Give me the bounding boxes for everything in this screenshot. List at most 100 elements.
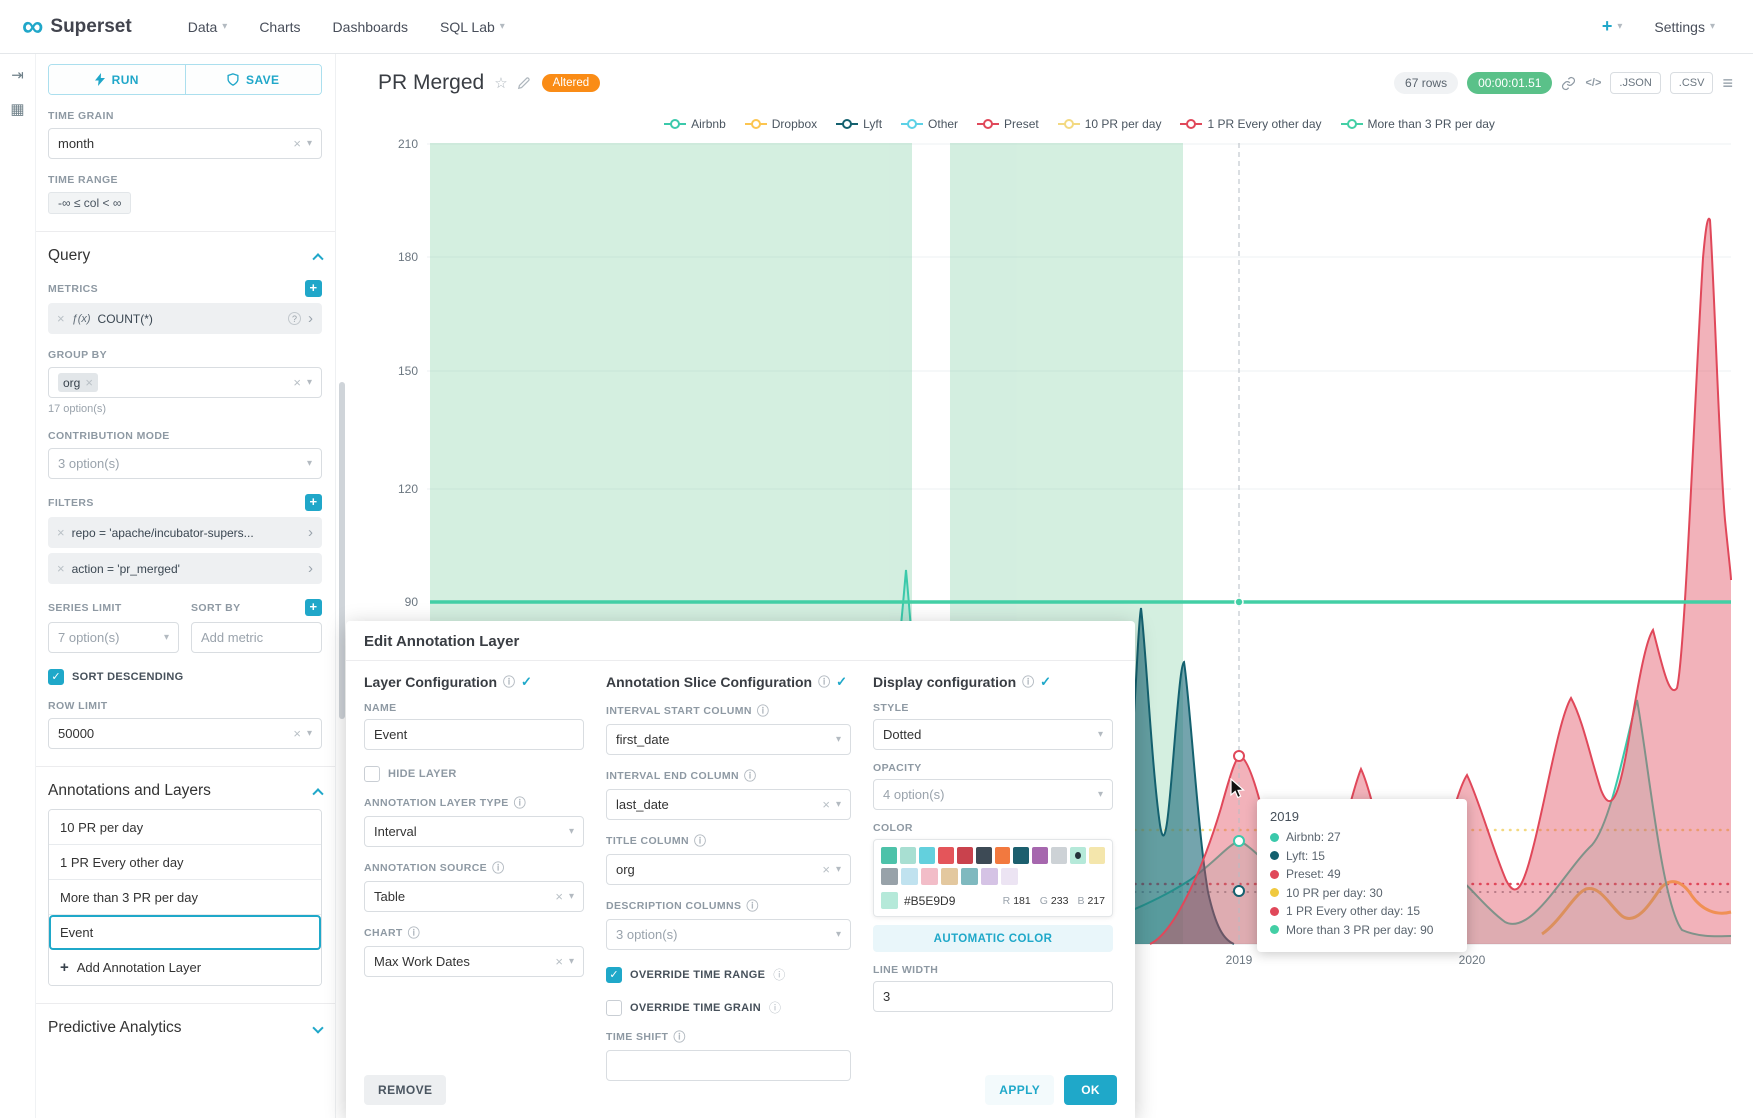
share-link-icon[interactable]	[1561, 76, 1576, 91]
annotations-section-header[interactable]: Annotations and Layers	[48, 782, 322, 800]
hide-layer-checkbox[interactable]	[364, 766, 380, 782]
color-swatch[interactable]	[938, 847, 954, 864]
collapse-panel-icon[interactable]: ⇥	[11, 66, 24, 84]
override-time-range-checkbox[interactable]: ✓	[606, 967, 622, 983]
close-icon[interactable]: ×	[57, 525, 65, 540]
color-swatch[interactable]	[881, 868, 898, 885]
close-icon[interactable]: ×	[822, 862, 830, 877]
chart-select[interactable]: Max Work Dates × ▾	[364, 946, 584, 977]
predictive-section-header[interactable]: Predictive Analytics	[48, 1019, 322, 1037]
automatic-color-button[interactable]: AUTOMATIC COLOR	[873, 925, 1113, 952]
nav-charts[interactable]: Charts	[243, 0, 316, 54]
contribution-mode-select[interactable]: 3 option(s) ▾	[48, 448, 322, 479]
legend-item[interactable]: Preset	[977, 117, 1039, 131]
color-swatch[interactable]	[1070, 847, 1086, 864]
annotation-layer-item-selected[interactable]: Event	[49, 915, 321, 950]
metric-chip[interactable]: × ƒ(x) COUNT(*) ? ›	[48, 303, 322, 334]
override-time-grain-row[interactable]: OVERRIDE TIME GRAIN ⓘ	[606, 999, 851, 1016]
remove-button[interactable]: REMOVE	[364, 1075, 446, 1105]
title-column-select[interactable]: org × ▾	[606, 854, 851, 885]
panel-scrollbar[interactable]	[339, 382, 345, 719]
color-swatch[interactable]	[1032, 847, 1048, 864]
color-swatch[interactable]	[1051, 847, 1067, 864]
annotation-layer-item[interactable]: 10 PR per day	[49, 810, 321, 845]
close-icon[interactable]: ×	[555, 889, 563, 904]
hide-layer-checkbox-row[interactable]: HIDE LAYER	[364, 766, 584, 782]
name-input[interactable]	[364, 719, 584, 750]
legend-item[interactable]: More than 3 PR per day	[1341, 117, 1495, 131]
time-grain-select[interactable]: month × ▾	[48, 128, 322, 159]
color-swatch[interactable]	[1089, 847, 1105, 864]
override-time-grain-checkbox[interactable]	[606, 1000, 622, 1016]
close-icon[interactable]: ×	[57, 561, 65, 576]
superset-logo[interactable]: ∞ Superset	[22, 12, 132, 42]
interval-end-select[interactable]: last_date × ▾	[606, 789, 851, 820]
close-icon[interactable]: ×	[293, 726, 301, 741]
time-range-badge[interactable]: -∞ ≤ col < ∞	[48, 192, 131, 214]
color-swatch[interactable]	[901, 868, 918, 885]
color-swatch[interactable]	[941, 868, 958, 885]
nav-dashboards[interactable]: Dashboards	[317, 0, 425, 54]
run-button[interactable]: RUN	[49, 65, 185, 94]
edit-properties-icon[interactable]	[517, 76, 531, 90]
legend-item[interactable]: Airbnb	[664, 117, 726, 131]
legend-item[interactable]: Lyft	[836, 117, 882, 131]
color-swatch[interactable]	[1001, 868, 1018, 885]
color-swatch[interactable]	[961, 868, 978, 885]
color-swatch[interactable]	[957, 847, 973, 864]
annotation-source-select[interactable]: Table × ▾	[364, 881, 584, 912]
group-by-chip[interactable]: org ×	[58, 373, 98, 392]
close-icon[interactable]: ×	[85, 375, 93, 390]
color-swatch[interactable]	[921, 868, 938, 885]
color-swatch[interactable]	[919, 847, 935, 864]
selected-color-hex[interactable]: #B5E9D9	[904, 894, 955, 908]
sort-descending-checkbox[interactable]: ✓	[48, 669, 64, 685]
group-by-select[interactable]: org × × ▾	[48, 367, 322, 398]
legend-item[interactable]: 10 PR per day	[1058, 117, 1162, 131]
more-menu-icon[interactable]: ≡	[1722, 73, 1733, 94]
close-icon[interactable]: ×	[293, 136, 301, 151]
color-swatch[interactable]	[900, 847, 916, 864]
line-width-input[interactable]	[873, 981, 1113, 1012]
series-limit-select[interactable]: 7 option(s) ▾	[48, 622, 179, 653]
filter-chip[interactable]: × repo = 'apache/incubator-supers... ›	[48, 517, 322, 548]
nav-data[interactable]: Data ▾	[172, 0, 244, 54]
export-csv-button[interactable]: .CSV	[1670, 72, 1714, 94]
legend-item[interactable]: Dropbox	[745, 117, 817, 131]
ok-button[interactable]: OK	[1064, 1075, 1117, 1105]
interval-start-select[interactable]: first_date ▾	[606, 724, 851, 755]
export-json-button[interactable]: .JSON	[1610, 72, 1660, 94]
color-swatch[interactable]	[981, 868, 998, 885]
annotation-layer-type-select[interactable]: Interval ▾	[364, 816, 584, 847]
color-swatch[interactable]	[976, 847, 992, 864]
add-filter-button[interactable]: +	[305, 494, 322, 511]
add-metric-button[interactable]: +	[305, 280, 322, 297]
add-annotation-layer-button[interactable]: + Add Annotation Layer	[49, 950, 321, 985]
color-swatch[interactable]	[1013, 847, 1029, 864]
override-time-range-row[interactable]: ✓ OVERRIDE TIME RANGE ⓘ	[606, 966, 851, 983]
close-icon[interactable]: ×	[293, 375, 301, 390]
sort-descending-checkbox-row[interactable]: ✓ SORT DESCENDING	[48, 669, 322, 685]
add-sort-metric-button[interactable]: +	[305, 599, 322, 616]
color-swatch[interactable]	[881, 847, 897, 864]
opacity-select[interactable]: 4 option(s) ▾	[873, 779, 1113, 810]
close-icon[interactable]: ×	[822, 797, 830, 812]
apply-button[interactable]: APPLY	[985, 1075, 1054, 1105]
close-icon[interactable]: ×	[555, 954, 563, 969]
legend-item[interactable]: 1 PR Every other day	[1180, 117, 1321, 131]
description-columns-select[interactable]: 3 option(s) ▾	[606, 919, 851, 950]
color-swatch[interactable]	[995, 847, 1011, 864]
save-button[interactable]: SAVE	[185, 65, 322, 94]
close-icon[interactable]: ×	[57, 311, 65, 326]
row-limit-select[interactable]: 50000 × ▾	[48, 718, 322, 749]
annotation-layer-item[interactable]: More than 3 PR per day	[49, 880, 321, 915]
new-item-menu[interactable]: + ▾	[1586, 0, 1639, 54]
query-section-header[interactable]: Query	[48, 247, 322, 265]
style-select[interactable]: Dotted ▾	[873, 719, 1113, 750]
legend-item[interactable]: Other	[901, 117, 958, 131]
nav-sql-lab[interactable]: SQL Lab ▾	[424, 0, 521, 54]
settings-menu[interactable]: Settings ▾	[1638, 0, 1731, 54]
annotation-layer-item[interactable]: 1 PR Every other day	[49, 845, 321, 880]
view-query-code-icon[interactable]: </>	[1585, 77, 1601, 89]
datasource-grid-icon[interactable]: ▦	[10, 100, 24, 118]
